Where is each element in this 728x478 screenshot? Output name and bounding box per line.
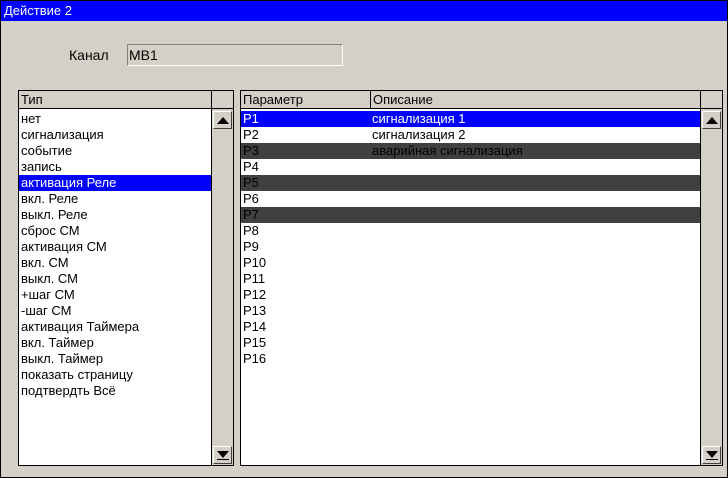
param-row[interactable]: P5 [241, 175, 700, 191]
param-cell: P16 [243, 351, 267, 366]
param-cell: P1 [243, 111, 259, 126]
type-list-item[interactable]: выкл. СМ [19, 271, 211, 287]
param-row[interactable]: P3 аварийная сигнализация [241, 143, 700, 159]
scroll-up-button[interactable] [702, 111, 721, 129]
param-cell: P9 [243, 239, 259, 254]
description-cell: сигнализация 2 [372, 127, 466, 142]
param-row[interactable]: P16 [241, 351, 700, 367]
param-header: Параметр [241, 91, 371, 109]
param-cell: P12 [243, 287, 267, 302]
type-list-item[interactable]: подтвердть Всё [19, 383, 211, 399]
param-cell: P14 [243, 319, 267, 334]
scrollbar-header-cell [701, 91, 722, 109]
param-cell: P10 [243, 255, 267, 270]
type-list-item[interactable]: +шаг СМ [19, 287, 211, 303]
window-title: Действие 2 [1, 1, 727, 21]
param-cell: P11 [243, 271, 266, 286]
scroll-up-button[interactable] [213, 111, 232, 129]
scroll-down-button[interactable] [213, 446, 232, 464]
param-row[interactable]: P14 [241, 319, 700, 335]
param-cell: P3 [243, 143, 259, 158]
channel-label: Канал [69, 47, 109, 63]
type-scrollbar[interactable] [211, 91, 233, 465]
scrollbar-header-cell [212, 91, 233, 109]
type-list-item[interactable]: активация СМ [19, 239, 211, 255]
type-list-item[interactable]: активация Реле [19, 175, 211, 191]
param-row[interactable]: P8 [241, 223, 700, 239]
param-row[interactable]: P12 [241, 287, 700, 303]
param-list[interactable]: Параметр Описание P1 сигнализация 1 P2 сигн… [240, 90, 723, 466]
arrow-up-icon [217, 117, 229, 124]
arrow-up-icon [706, 117, 718, 124]
param-scrollbar[interactable] [700, 91, 722, 465]
param-row[interactable]: P4 [241, 159, 700, 175]
type-list-item[interactable]: -шаг СМ [19, 303, 211, 319]
param-row[interactable]: P9 [241, 239, 700, 255]
description-cell: аварийная сигнализация [372, 143, 523, 158]
channel-field[interactable]: MB1 [127, 44, 343, 66]
action-window: Действие 2 Канал MB1 Тип нет сигнализация… [0, 0, 728, 478]
type-list-item[interactable]: сигнализация [19, 127, 211, 143]
param-row[interactable]: P2 сигнализация 2 [241, 127, 700, 143]
desc-header: Описание [371, 91, 700, 109]
type-list-item[interactable]: выкл. Таймер [19, 351, 211, 367]
param-cell: P7 [243, 207, 259, 222]
param-cell: P6 [243, 191, 259, 206]
param-cell: P5 [243, 175, 259, 190]
param-cell: P8 [243, 223, 259, 238]
type-list-item[interactable]: вкл. СМ [19, 255, 211, 271]
param-row[interactable]: P11 [241, 271, 700, 287]
type-list-item[interactable]: нет [19, 111, 211, 127]
type-list-item[interactable]: активация Таймера [19, 319, 211, 335]
param-cell: P13 [243, 303, 267, 318]
arrow-down-icon [217, 451, 229, 458]
param-cell: P15 [243, 335, 267, 350]
param-row[interactable]: P13 [241, 303, 700, 319]
arrow-down-base [217, 459, 229, 460]
scroll-down-button[interactable] [702, 446, 721, 464]
arrow-down-base [706, 459, 718, 460]
type-list-item[interactable]: запись [19, 159, 211, 175]
param-cell: P2 [243, 127, 259, 142]
param-row[interactable]: P6 [241, 191, 700, 207]
param-cell: P4 [243, 159, 259, 174]
param-row[interactable]: P1 сигнализация 1 [241, 111, 700, 127]
type-list-item[interactable]: сброс СМ [19, 223, 211, 239]
type-list-item[interactable]: показать страницу [19, 367, 211, 383]
param-row[interactable]: P7 [241, 207, 700, 223]
param-row[interactable]: P15 [241, 335, 700, 351]
description-cell: сигнализация 1 [372, 111, 466, 126]
type-list-item[interactable]: вкл. Реле [19, 191, 211, 207]
type-header: Тип [19, 91, 211, 109]
param-row[interactable]: P10 [241, 255, 700, 271]
type-list-item[interactable]: событие [19, 143, 211, 159]
type-list-item[interactable]: вкл. Таймер [19, 335, 211, 351]
arrow-down-icon [706, 451, 718, 458]
type-list[interactable]: Тип нет сигнализация событие запись активаци… [18, 90, 234, 466]
type-list-item[interactable]: выкл. Реле [19, 207, 211, 223]
